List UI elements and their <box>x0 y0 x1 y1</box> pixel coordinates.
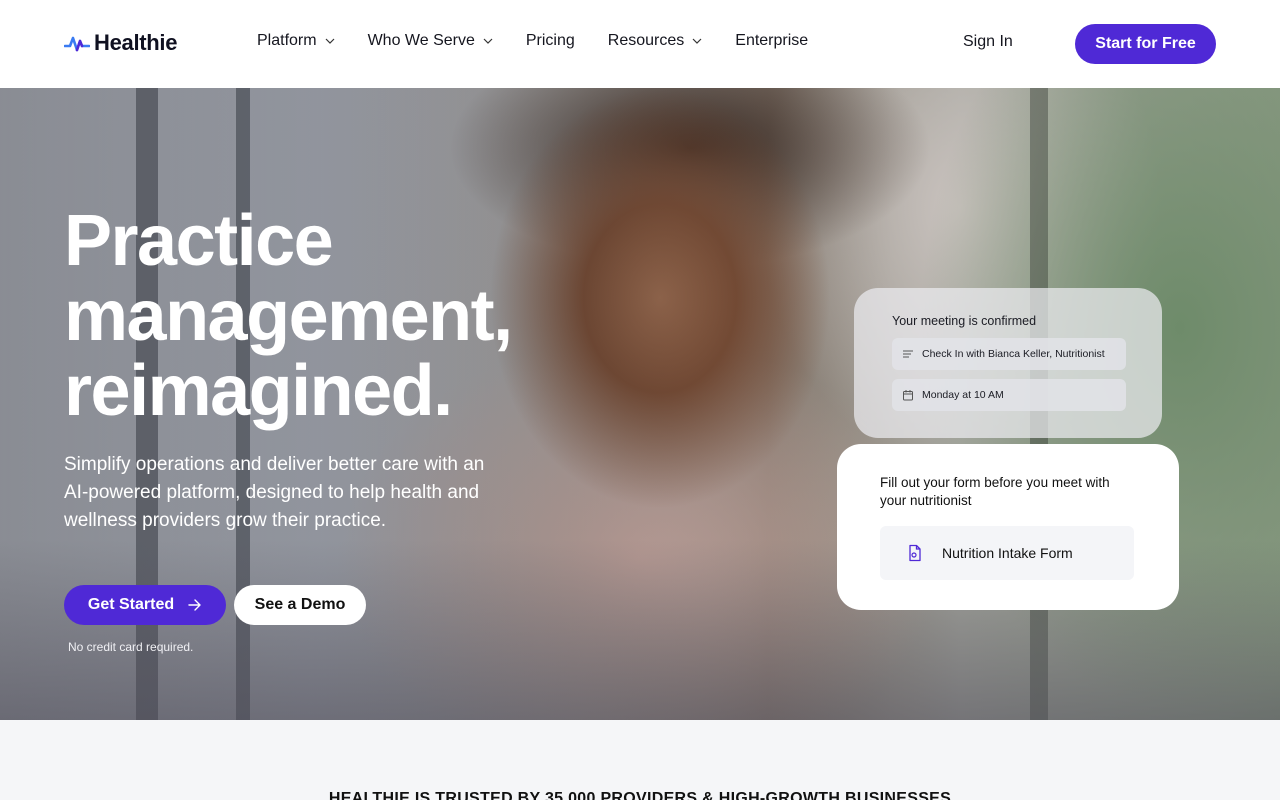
hero-title-line: management, <box>64 276 513 356</box>
hero-section: Practice management, reimagined. Simplif… <box>0 88 1280 720</box>
meeting-detail-row: Check In with Bianca Keller, Nutritionis… <box>892 338 1126 370</box>
start-for-free-button[interactable]: Start for Free <box>1075 24 1216 64</box>
hero-subtitle: Simplify operations and deliver better c… <box>64 454 485 531</box>
get-started-button[interactable]: Get Started <box>64 585 226 625</box>
meeting-detail-row: Monday at 10 AM <box>892 379 1126 411</box>
meeting-confirmed-card: Your meeting is confirmed Check In with … <box>854 288 1162 438</box>
no-credit-card-note: No credit card required. <box>68 640 194 654</box>
nutrition-intake-form-item[interactable]: Nutrition Intake Form <box>880 526 1134 580</box>
chevron-down-icon <box>483 38 493 44</box>
main-nav: Platform Who We Serve Pricing Resources … <box>257 32 841 50</box>
hero-title-line: Practice <box>64 201 334 281</box>
nav-item-label: Platform <box>257 32 317 49</box>
nav-item-label: Who We Serve <box>367 32 475 49</box>
form-item-label: Nutrition Intake Form <box>942 545 1073 561</box>
calendar-icon <box>903 390 913 401</box>
hero-title-line: reimagined. <box>64 351 453 431</box>
nav-item-label: Resources <box>607 32 685 49</box>
nav-item-pricing[interactable]: Pricing <box>526 32 575 50</box>
nav-item-label: Enterprise <box>735 32 809 49</box>
nav-item-who-we-serve[interactable]: Who We Serve <box>368 32 493 50</box>
sign-in-link[interactable]: Sign In <box>963 33 1013 51</box>
trusted-by-text: HEALTHIE IS TRUSTED BY 35,000 PROVIDERS … <box>328 790 952 800</box>
hero-title: Practice management, reimagined. <box>64 204 624 429</box>
see-a-demo-button[interactable]: See a Demo <box>234 585 366 625</box>
get-started-label: Get Started <box>87 596 175 613</box>
pulse-wave-icon <box>64 36 90 52</box>
brand-name: Healthie <box>94 30 178 55</box>
nav-item-resources[interactable]: Resources <box>608 32 702 50</box>
arrow-right-icon <box>188 599 201 611</box>
site-header: Healthie Platform Who We Serve Pricing R… <box>0 0 1280 88</box>
form-card-title: Fill out your form before you meet with … <box>880 475 1110 508</box>
nav-item-platform[interactable]: Platform <box>257 32 335 50</box>
meeting-card-title: Your meeting is confirmed <box>892 314 1037 328</box>
nav-item-enterprise[interactable]: Enterprise <box>735 32 808 50</box>
text-lines-icon <box>903 350 913 358</box>
document-icon <box>909 544 921 562</box>
trusted-by-section: HEALTHIE IS TRUSTED BY 35,000 PROVIDERS … <box>0 720 1280 800</box>
meeting-detail-text: Check In with Bianca Keller, Nutritionis… <box>922 348 1105 360</box>
chevron-down-icon <box>325 38 335 44</box>
brand-logo[interactable]: Healthie <box>64 30 177 56</box>
meeting-detail-text: Monday at 10 AM <box>922 389 1004 401</box>
chevron-down-icon <box>692 38 702 44</box>
form-reminder-card: Fill out your form before you meet with … <box>837 444 1179 610</box>
nav-item-label: Pricing <box>525 32 575 49</box>
